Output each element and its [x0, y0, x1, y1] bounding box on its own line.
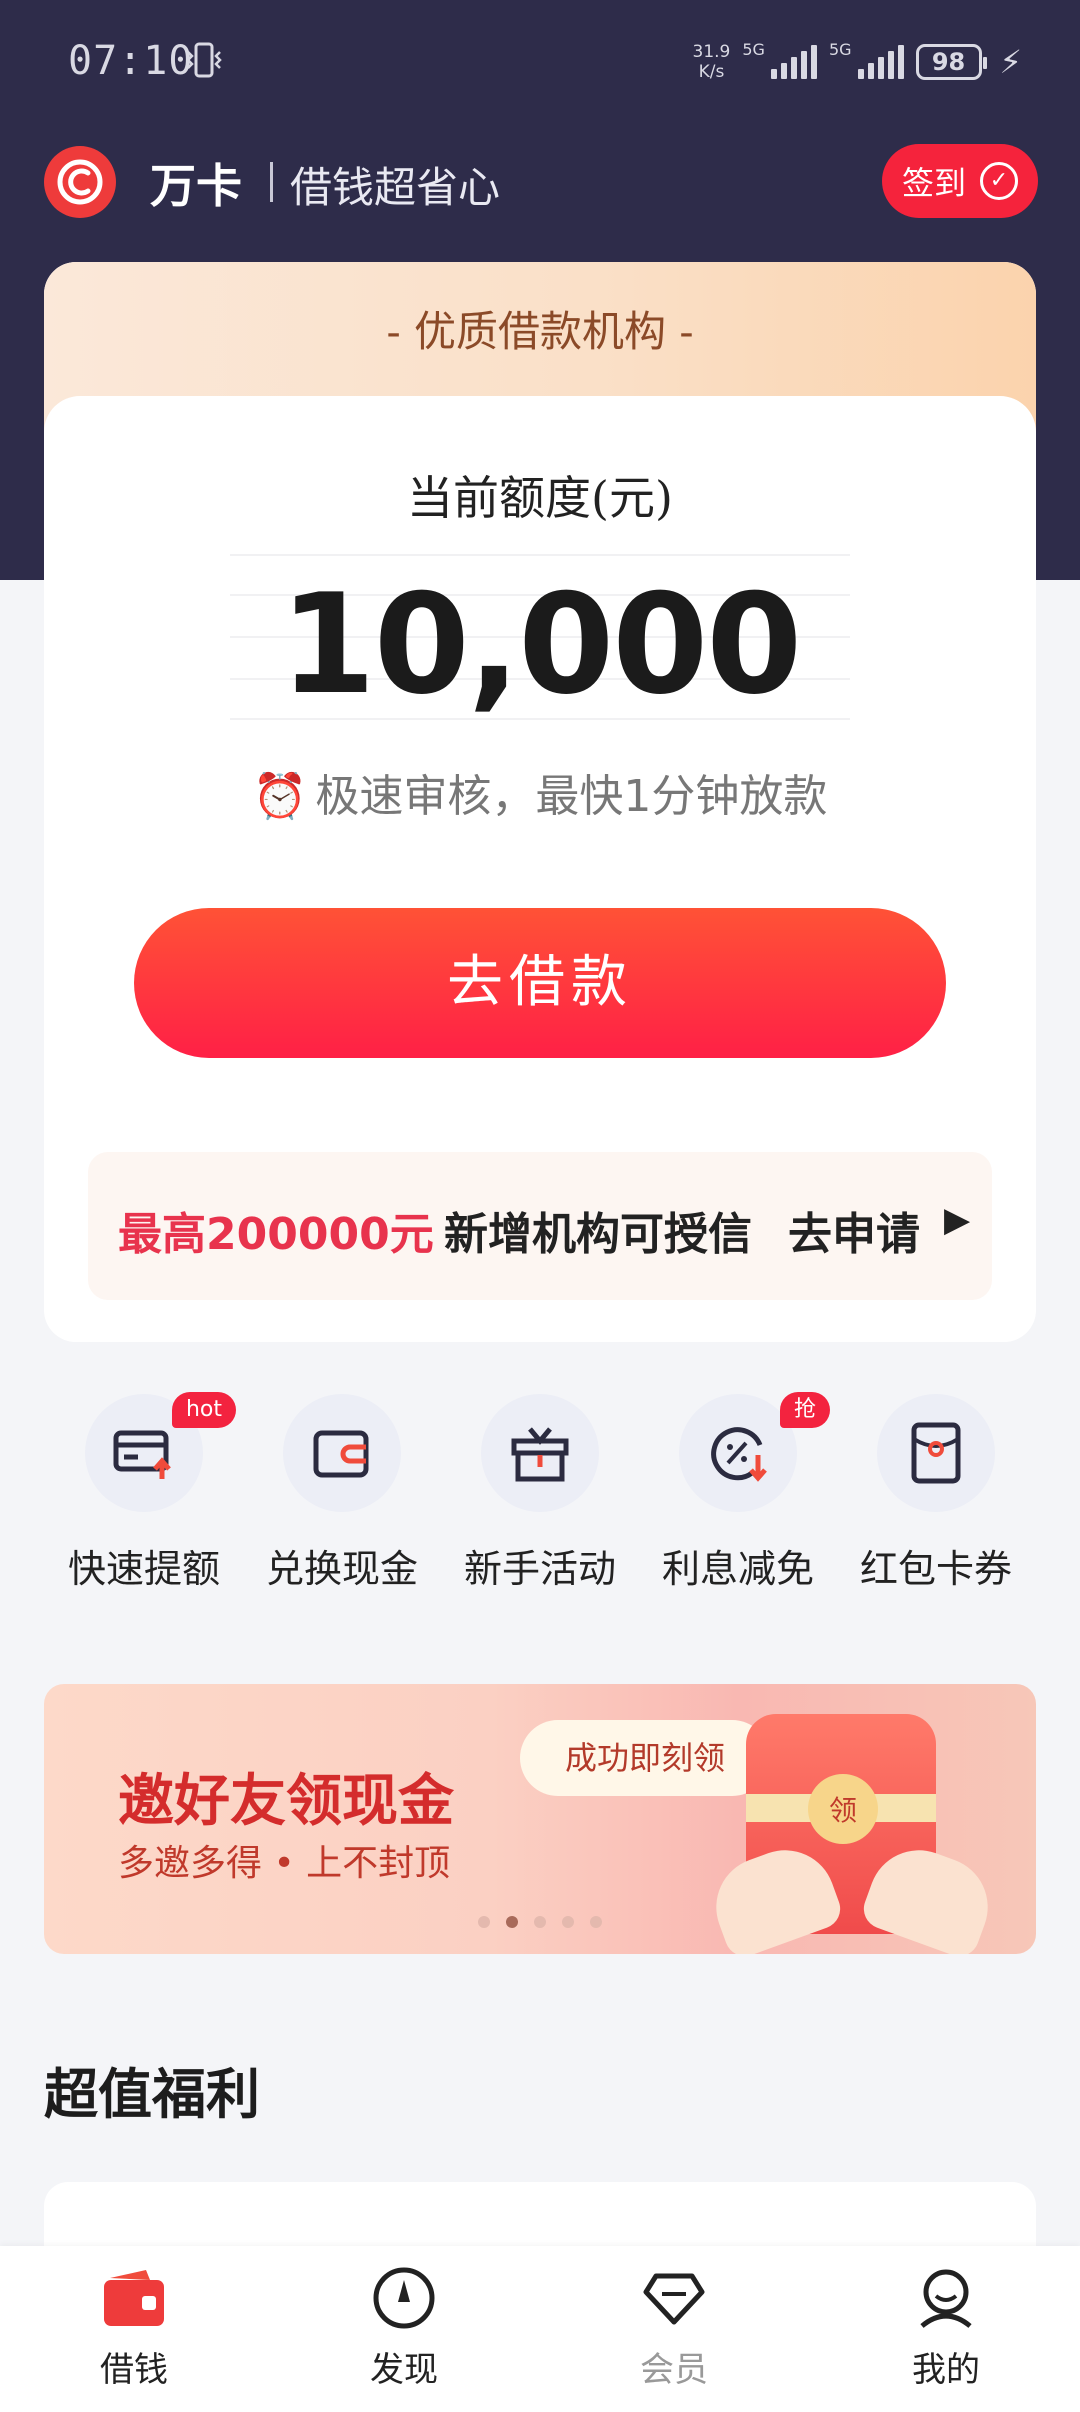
nav-item-discover[interactable]: 发现: [304, 2264, 504, 2391]
banner-bubble: 成功即刻领: [520, 1720, 770, 1796]
network-speed: 31.9 K/s: [693, 42, 731, 82]
carousel-dot[interactable]: [478, 1916, 490, 1928]
charging-icon: ⚡: [999, 43, 1022, 81]
bottom-nav: 借钱 发现 会员 我的: [0, 2246, 1080, 2412]
network-speed-unit: K/s: [698, 62, 725, 82]
user-icon: [912, 2264, 980, 2332]
signal-icon: [857, 45, 904, 79]
checkin-label: 签到: [901, 164, 966, 202]
carousel-dot[interactable]: [534, 1916, 546, 1928]
carousel-dot-active[interactable]: [506, 1916, 518, 1928]
limit-amount: 10,000: [279, 564, 803, 725]
nav-item-me[interactable]: 我的: [846, 2264, 1046, 2391]
card-top-title: - 优质借款机构 -: [386, 307, 694, 356]
shortcut-interest-relief[interactable]: 抢 利息减免: [650, 1392, 830, 1604]
amount-box: 10,000: [230, 554, 850, 725]
wallet-icon: [283, 1394, 401, 1512]
signal-icon: [770, 45, 817, 79]
network-type-2: 5G: [828, 40, 852, 59]
check-circle-icon: ✓: [980, 162, 1018, 200]
promo-highlight: 最高200000元: [118, 1209, 434, 1260]
nav-item-borrow[interactable]: 借钱: [34, 2264, 234, 2391]
speed-note-row: ⏰ 极速审核，最快1分钟放款: [44, 760, 1036, 824]
app-header: 万卡 借钱超省心 签到 ✓: [0, 140, 1080, 222]
limit-label: 当前额度(元): [407, 471, 673, 525]
nav-label: 发现: [370, 2350, 438, 2390]
carousel-dot[interactable]: [562, 1916, 574, 1928]
status-indicators: 31.9 K/s 5G 5G 98 ⚡: [693, 34, 1022, 90]
shortcut-exchange-cash[interactable]: 兑换现金: [254, 1394, 430, 1604]
speed-note: 极速审核，最快1分钟放款: [315, 771, 828, 822]
app-logo: [44, 146, 116, 218]
shortcut-label: 快速提额: [67, 1547, 220, 1591]
brand-slogan: 借钱超省心: [290, 163, 501, 212]
vibrate-icon: [184, 40, 226, 80]
banner-title: 邀好友领现金: [118, 1769, 454, 1834]
grab-badge: 抢: [779, 1392, 830, 1428]
status-bar: 07:10 31.9 K/s 5G 5G 98 ⚡: [0, 0, 1080, 120]
shortcut-label: 兑换现金: [265, 1547, 418, 1591]
credit-limit-card: - 优质借款机构 - 当前额度(元) 10,000 ⏰ 极速审核，最快1分钟放款 …: [44, 262, 1036, 1342]
promo-apply-link[interactable]: 去申请: [788, 1198, 920, 1262]
shortcut-label: 利息减免: [661, 1547, 814, 1591]
battery-icon: 98: [915, 44, 987, 80]
envelope-seal: 领: [808, 1774, 878, 1844]
carousel-dot[interactable]: [590, 1916, 602, 1928]
logo-icon: [57, 159, 103, 205]
red-envelope-icon: [877, 1394, 995, 1512]
caret-right-icon: ▶: [944, 1200, 971, 1240]
shortcut-quick-limit[interactable]: hot 快速提额: [56, 1392, 236, 1604]
nav-item-member[interactable]: 会员: [574, 2264, 774, 2391]
status-time: 07:10: [68, 38, 194, 84]
borrow-button[interactable]: 去借款: [134, 908, 946, 1058]
hot-badge: hot: [171, 1392, 236, 1428]
alarm-clock-icon: ⏰: [252, 771, 308, 822]
gift-icon: [481, 1394, 599, 1512]
wallet-icon: [100, 2264, 168, 2332]
shortcut-row: hot 快速提额 兑换现金 新手活动 抢 利息减免 红包卡券: [56, 1392, 1024, 1604]
nav-label: 会员: [640, 2350, 708, 2390]
promo-apply-row[interactable]: 最高200000元 新增机构可授信 去申请 ▶: [88, 1152, 992, 1300]
app-screen: 07:10 31.9 K/s 5G 5G 98 ⚡ 万卡 借钱超省心 签到 ✓ …: [0, 0, 1080, 2412]
nav-label: 借钱: [100, 2350, 168, 2390]
shortcut-label: 红包卡券: [859, 1547, 1012, 1591]
card-body: 当前额度(元) 10,000 ⏰ 极速审核，最快1分钟放款 去借款 最高20000…: [44, 396, 1036, 1342]
checkin-button[interactable]: 签到 ✓: [882, 144, 1038, 218]
diamond-icon: [640, 2264, 708, 2332]
invite-banner[interactable]: 邀好友领现金 多邀多得 • 上不封顶 成功即刻领 领: [44, 1684, 1036, 1954]
compass-icon: [370, 2264, 438, 2332]
brand-divider: [270, 162, 273, 202]
battery-level: 98: [931, 48, 966, 76]
brand-name: 万卡: [150, 159, 242, 213]
network-type-1: 5G: [742, 40, 765, 59]
shortcut-coupons[interactable]: 红包卡券: [848, 1394, 1024, 1604]
banner-subtitle: 多邀多得 • 上不封顶: [118, 1843, 451, 1884]
carousel-dots: [44, 1916, 1036, 1928]
promo-text: 新增机构可授信: [444, 1209, 752, 1260]
shortcut-label: 新手活动: [463, 1547, 616, 1591]
nav-label: 我的: [912, 2350, 980, 2390]
shortcut-new-user[interactable]: 新手活动: [452, 1394, 628, 1604]
section-title: 超值福利: [44, 2062, 260, 2126]
network-speed-value: 31.9: [692, 42, 731, 62]
